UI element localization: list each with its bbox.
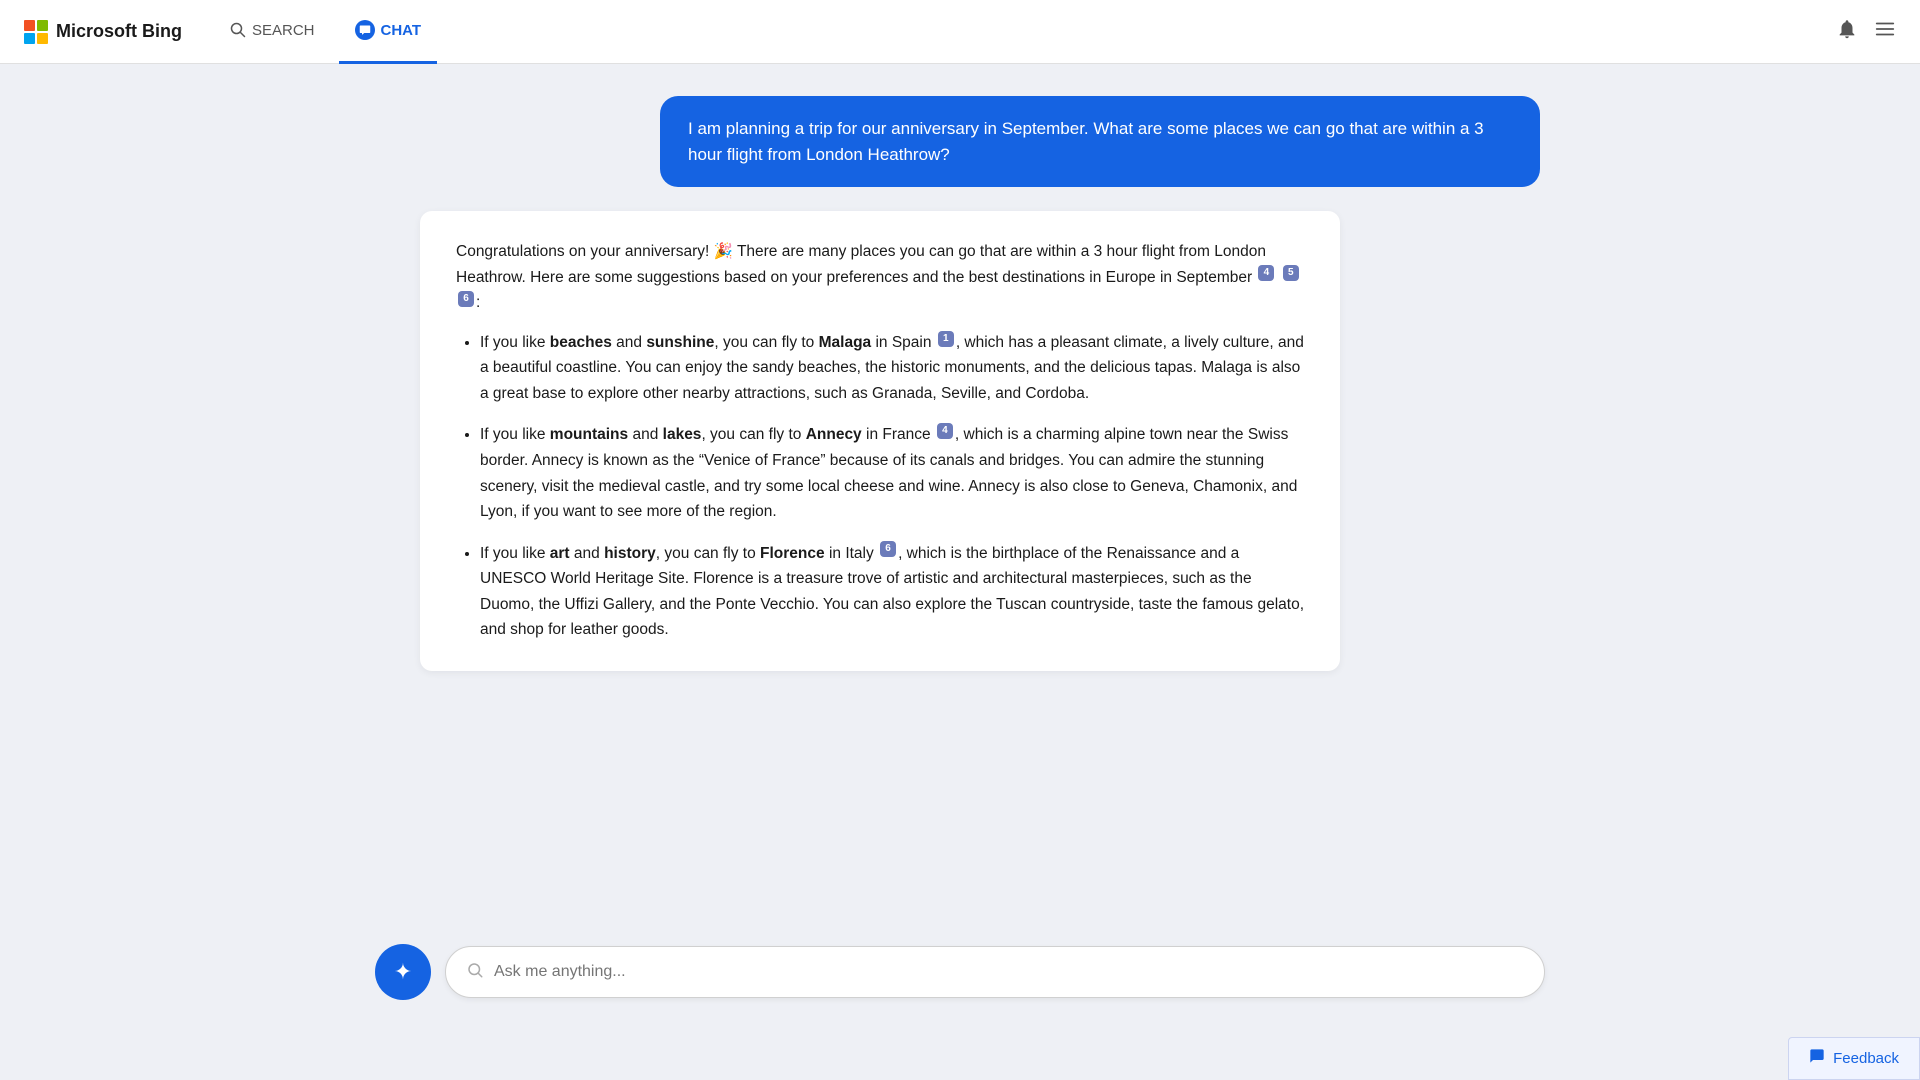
logo-square-blue xyxy=(24,33,35,44)
citation-6b[interactable]: 6 xyxy=(880,541,896,557)
bold-art: art xyxy=(550,545,570,562)
bold-annecy: Annecy xyxy=(806,426,862,443)
search-input-wrap xyxy=(445,946,1545,998)
notification-bell-icon[interactable] xyxy=(1836,18,1858,45)
input-search-icon xyxy=(466,961,484,984)
input-area: ✦ xyxy=(0,944,1920,1000)
logo-text: Microsoft Bing xyxy=(56,21,182,42)
nav-search[interactable]: SEARCH xyxy=(214,0,331,64)
bold-beaches: beaches xyxy=(550,334,612,351)
list-item-malaga: If you like beaches and sunshine, you ca… xyxy=(480,330,1304,407)
bing-logo-squares xyxy=(24,20,48,44)
nav-search-label: SEARCH xyxy=(252,22,315,39)
main-content: I am planning a trip for our anniversary… xyxy=(0,64,1920,1080)
logo-square-yellow xyxy=(37,33,48,44)
search-icon xyxy=(230,22,246,38)
logo[interactable]: Microsoft Bing xyxy=(24,20,182,44)
bold-lakes: lakes xyxy=(663,426,702,443)
bold-malaga: Malaga xyxy=(819,334,872,351)
chat-area: I am planning a trip for our anniversary… xyxy=(260,96,1660,671)
navbar: Microsoft Bing SEARCH CHAT xyxy=(0,0,1920,64)
list-item-annecy: If you like mountains and lakes, you can… xyxy=(480,422,1304,524)
nav-chat[interactable]: CHAT xyxy=(339,0,438,64)
bing-btn-icon: ✦ xyxy=(394,959,412,985)
search-input[interactable] xyxy=(494,963,1524,981)
bold-florence: Florence xyxy=(760,545,825,562)
feedback-icon xyxy=(1809,1048,1825,1069)
bold-mountains: mountains xyxy=(550,426,628,443)
response-intro: Congratulations on your anniversary! 🎉 T… xyxy=(456,239,1304,316)
nav-chat-label: CHAT xyxy=(381,22,422,39)
nav-right xyxy=(1836,18,1896,45)
logo-square-red xyxy=(24,20,35,31)
hamburger-menu-icon[interactable] xyxy=(1874,18,1896,45)
citation-6[interactable]: 6 xyxy=(458,291,474,307)
response-wrapper: Congratulations on your anniversary! 🎉 T… xyxy=(340,211,1580,671)
logo-square-green xyxy=(37,20,48,31)
response-list: If you like beaches and sunshine, you ca… xyxy=(456,330,1304,643)
bing-button[interactable]: ✦ xyxy=(375,944,431,1000)
citation-1[interactable]: 1 xyxy=(938,331,954,347)
chat-icon-circle xyxy=(355,20,375,40)
citation-5[interactable]: 5 xyxy=(1283,265,1299,281)
bold-history: history xyxy=(604,545,656,562)
list-item-florence: If you like art and history, you can fly… xyxy=(480,541,1304,643)
nav-items: SEARCH CHAT xyxy=(214,0,437,64)
bold-sunshine: sunshine xyxy=(646,334,714,351)
feedback-button[interactable]: Feedback xyxy=(1788,1037,1920,1080)
user-message: I am planning a trip for our anniversary… xyxy=(660,96,1540,187)
chat-icon xyxy=(359,24,371,36)
response-card: Congratulations on your anniversary! 🎉 T… xyxy=(420,211,1340,671)
user-message-wrap: I am planning a trip for our anniversary… xyxy=(340,96,1580,187)
feedback-label: Feedback xyxy=(1833,1050,1899,1067)
citation-4b[interactable]: 4 xyxy=(937,423,953,439)
citation-4[interactable]: 4 xyxy=(1258,265,1274,281)
